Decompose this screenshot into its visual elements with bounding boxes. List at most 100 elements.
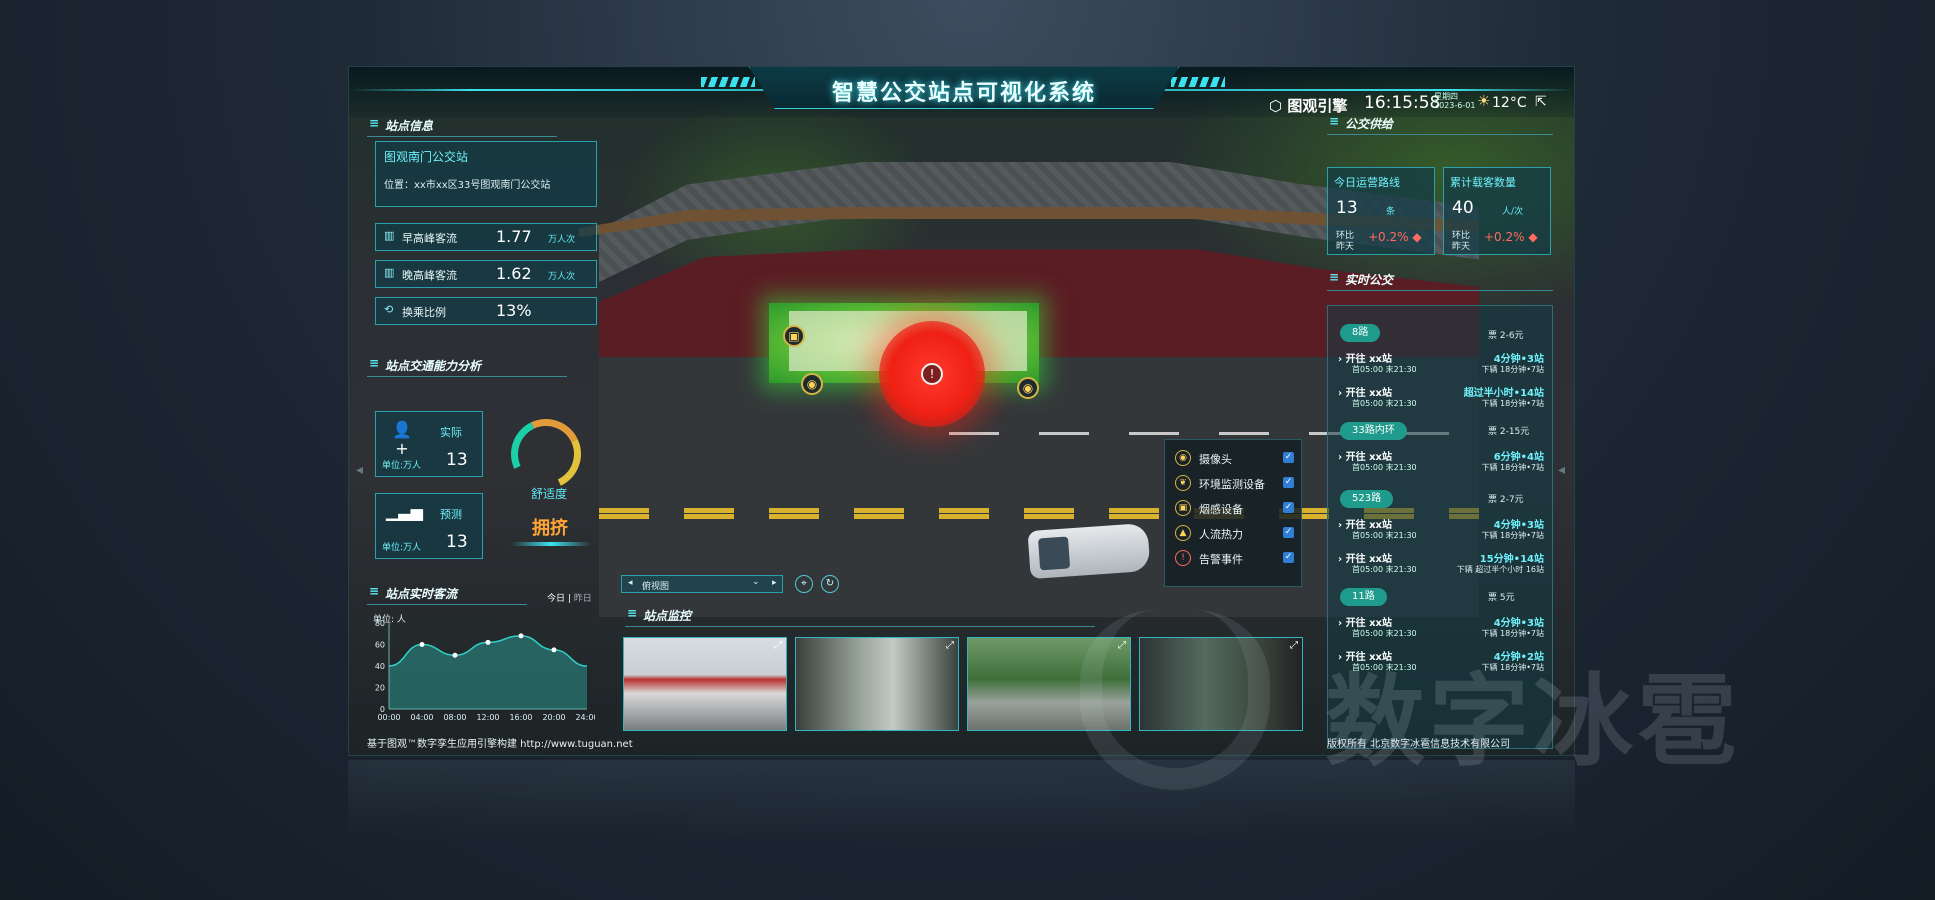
legend-item-env[interactable]: ❦ 环境监测设备 ✓ <box>1175 473 1295 493</box>
capacity-value: 13 <box>446 532 468 552</box>
departure-hours: 首05:00 末21:30 <box>1352 565 1417 574</box>
stat-row-morning: ▥ 早高峰客流 1.77 万人次 <box>375 223 597 251</box>
chevron-down-icon[interactable]: ⌄ <box>752 577 760 587</box>
camera-marker-icon[interactable]: ◉ <box>1017 377 1039 399</box>
capacity-unit: 单位:万人 <box>382 461 422 471</box>
flow-area <box>389 635 587 709</box>
camera-marker-icon[interactable]: ◉ <box>801 373 823 395</box>
footer-credit: 基于图观™数字孪生应用引擎构建 http://www.tuguan.net <box>367 739 633 750</box>
departure-row: › 开往 xx站 首05:00 末21:30 6分钟•4站 下辆 18分钟•7站 <box>1338 448 1548 476</box>
flow-point <box>518 633 524 639</box>
supply-compare: 昨天 <box>1452 242 1471 252</box>
route-tag[interactable]: 8路 <box>1340 324 1381 342</box>
x-tick-label: 08:00 <box>443 713 466 722</box>
section-realtime: 实时公交 <box>1327 270 1553 291</box>
view-select[interactable]: ◂ 俯视图 ⌄ ▸ <box>621 575 783 593</box>
leaf-icon: ❦ <box>1175 475 1191 491</box>
route-tag[interactable]: 523路 <box>1340 490 1394 508</box>
capacity-unit: 单位:万人 <box>382 543 422 553</box>
departure-eta: 超过半小时•14站 <box>1463 388 1544 399</box>
section-station-info: 站点信息 <box>367 116 557 137</box>
supply-compare: 昨天 <box>1336 242 1355 252</box>
chevron-right-icon[interactable]: ▸ <box>772 578 777 588</box>
capacity-forecast-card: ▁▃▅ 单位:万人 预测 13 <box>375 493 483 559</box>
section-supply: 公交供给 <box>1327 114 1553 135</box>
departure-to: › 开往 xx站 <box>1338 618 1392 629</box>
stat-row-transfer: ⟲ 换乘比例 13% <box>375 297 597 325</box>
station-location: 位置：xx市xx区33号图观南门公交站 <box>384 180 551 191</box>
gauge-base <box>511 542 591 546</box>
alert-icon: ! <box>1175 550 1191 566</box>
signal-icon: ▁▃▅ <box>386 502 423 521</box>
x-tick-label: 20:00 <box>542 713 565 722</box>
supply-title: 今日运营路线 <box>1334 176 1400 189</box>
x-tick-label: 16:00 <box>509 713 532 722</box>
legend-checkbox[interactable]: ✓ <box>1283 552 1294 563</box>
tab-today[interactable]: 今日 <box>547 594 565 604</box>
locate-icon[interactable]: ⌖ <box>795 575 813 593</box>
user-add-icon: 👤+ <box>392 420 412 458</box>
stat-value: 1.77 <box>496 227 532 246</box>
legend-item-alert[interactable]: ! 告警事件 ✓ <box>1175 548 1295 568</box>
arrow-up-icon: ◆ <box>1528 230 1538 244</box>
departure-row: › 开往 xx站 首05:00 末21:30 15分钟•14站 下辆 超过半个小… <box>1338 550 1548 578</box>
arrow-up-icon: ◆ <box>1412 230 1422 244</box>
legend-checkbox[interactable]: ✓ <box>1283 477 1294 488</box>
camera-feed-1[interactable]: ⤢ <box>623 637 787 731</box>
route-fare: 票 5元 <box>1488 593 1515 603</box>
smoke-marker-icon[interactable]: ▣ <box>783 325 805 347</box>
route-tag[interactable]: 33路内环 <box>1340 422 1407 440</box>
departure-to: › 开往 xx站 <box>1338 388 1392 399</box>
departure-eta: 4分钟•3站 <box>1493 520 1544 531</box>
exit-icon[interactable]: ⇱ <box>1535 94 1547 110</box>
brand-name: 图观引擎 <box>1287 97 1348 115</box>
route-tag[interactable]: 11路 <box>1340 588 1387 606</box>
capacity-value: 13 <box>446 450 468 470</box>
legend-item-crowd[interactable]: ▲ 人流热力 ✓ <box>1175 523 1295 543</box>
legend-checkbox[interactable]: ✓ <box>1283 452 1294 463</box>
chevron-left-icon[interactable]: ◂ <box>628 578 633 588</box>
departure-next: 下辆 18分钟•7站 <box>1481 463 1544 472</box>
departure-hours: 首05:00 末21:30 <box>1352 399 1417 408</box>
stat-value: 1.62 <box>496 264 532 283</box>
departure-hours: 首05:00 末21:30 <box>1352 463 1417 472</box>
legend-checkbox[interactable]: ✓ <box>1283 502 1294 513</box>
x-tick-label: 00:00 <box>377 713 400 722</box>
expand-icon[interactable]: ⤢ <box>774 640 782 651</box>
refresh-icon[interactable]: ↻ <box>821 575 839 593</box>
expand-icon[interactable]: ⤢ <box>946 640 954 651</box>
supply-title: 累计载客数量 <box>1450 176 1516 189</box>
legend-checkbox[interactable]: ✓ <box>1283 527 1294 538</box>
brand-logo: ⬡ 图观引擎 <box>1269 97 1348 115</box>
legend-label: 人流热力 <box>1199 528 1243 541</box>
alert-marker-icon[interactable]: ! <box>921 363 943 385</box>
station-card: 图观南门公交站 位置：xx市xx区33号图观南门公交站 <box>375 141 597 207</box>
supply-unit: 人/次 <box>1502 207 1524 217</box>
legend-item-smoke[interactable]: ▣ 烟感设备 ✓ <box>1175 498 1295 518</box>
departure-eta: 4分钟•3站 <box>1493 354 1544 365</box>
departure-eta: 6分钟•4站 <box>1493 452 1544 463</box>
section-capacity: 站点交通能力分析 <box>367 356 567 377</box>
legend-label: 烟感设备 <box>1199 503 1243 516</box>
transfer-icon: ⟲ <box>384 303 394 316</box>
supply-delta: +0.2% ◆ <box>1368 230 1422 244</box>
departure-to: › 开往 xx站 <box>1338 452 1392 463</box>
capacity-label: 预测 <box>440 508 462 521</box>
view-select-value: 俯视图 <box>642 582 670 592</box>
expand-icon[interactable]: ⤢ <box>1290 640 1298 651</box>
watermark-text: 数字冰雹 <box>1325 663 1741 780</box>
flow-point <box>419 642 425 647</box>
supply-delta-value: +0.2% <box>1484 230 1525 244</box>
legend-item-camera[interactable]: ◉ 摄像头 ✓ <box>1175 448 1295 468</box>
header-deco-left <box>701 77 755 87</box>
departure-eta: 15分钟•14站 <box>1479 554 1544 565</box>
tab-yesterday[interactable]: 昨日 <box>574 594 592 604</box>
camera-icon: ◉ <box>1175 450 1191 466</box>
departure-row: › 开往 xx站 首05:00 末21:30 4分钟•3站 下辆 18分钟•7站 <box>1338 516 1548 544</box>
departure-next: 下辆 18分钟•7站 <box>1481 629 1544 638</box>
temperature: 12°C <box>1492 95 1527 111</box>
camera-feed-2[interactable]: ⤢ <box>795 637 959 731</box>
route-fare: 票 2-6元 <box>1488 331 1524 341</box>
x-tick-label: 24:00 <box>575 713 595 722</box>
flow-point <box>551 647 557 653</box>
